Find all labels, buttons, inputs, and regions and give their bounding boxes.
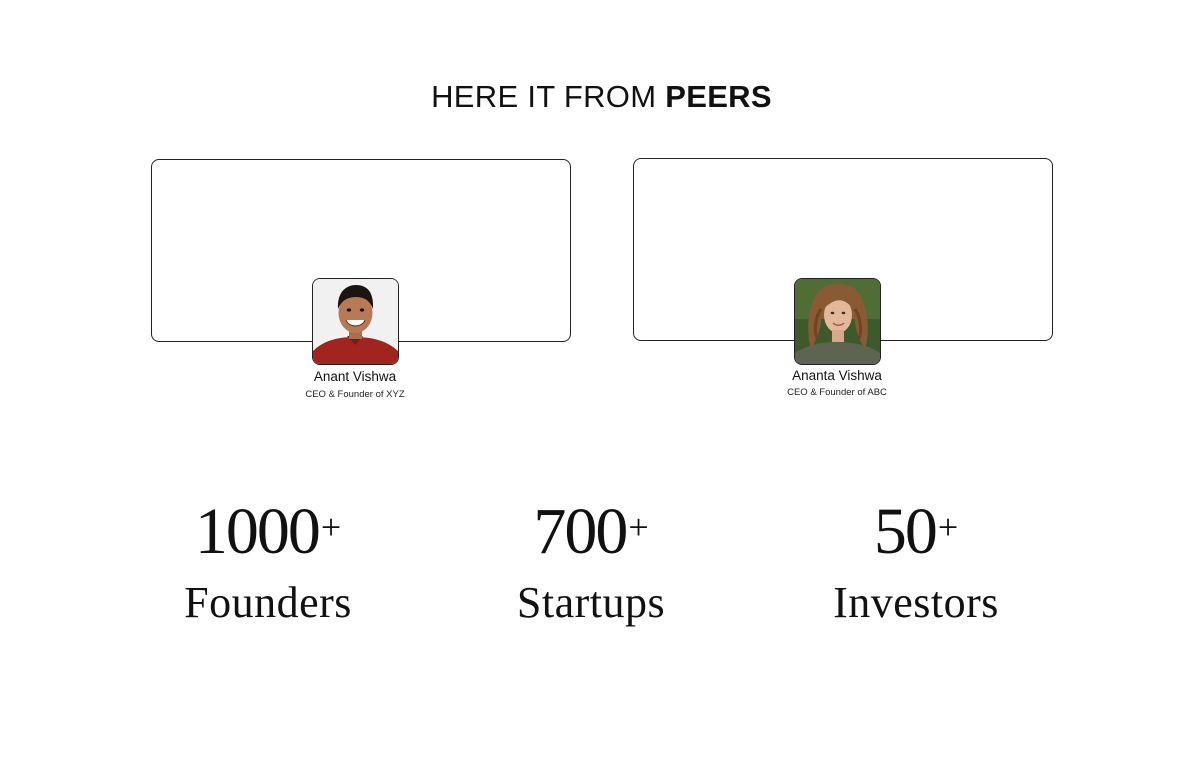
stat-plus-sign: + <box>937 507 959 547</box>
woman-portrait-icon <box>795 279 880 364</box>
stat-label: Founders <box>184 578 352 627</box>
testimonial-name: Ananta Vishwa <box>792 368 882 383</box>
heading-light-text: HERE IT FROM <box>431 78 666 114</box>
stat-number-text: 700 <box>533 495 628 568</box>
section-heading: HERE IT FROM PEERS <box>0 79 1203 115</box>
avatar <box>312 278 399 365</box>
stat-label: Investors <box>833 578 999 627</box>
stat-founders: 1000+ Founders <box>118 494 418 625</box>
stat-value: 700+ <box>441 494 741 565</box>
heading-bold-text: PEERS <box>665 78 772 114</box>
testimonial-role: CEO & Founder of ABC <box>787 387 887 398</box>
stat-startups: 700+ Startups <box>441 494 741 625</box>
stat-number-text: 1000 <box>194 495 321 568</box>
stat-value: 50+ <box>766 494 1066 565</box>
man-portrait-icon <box>313 279 398 364</box>
stat-number-text: 50 <box>873 495 938 568</box>
testimonial-name: Anant Vishwa <box>313 369 397 384</box>
stat-label: Startups <box>516 578 666 627</box>
stat-plus-sign: + <box>320 507 342 547</box>
stat-investors: 50+ Investors <box>766 494 1066 625</box>
stat-value: 1000+ <box>118 494 418 565</box>
stat-plus-sign: + <box>628 507 649 547</box>
testimonial-role: CEO & Founder of XYZ <box>305 389 405 400</box>
avatar <box>794 278 881 365</box>
